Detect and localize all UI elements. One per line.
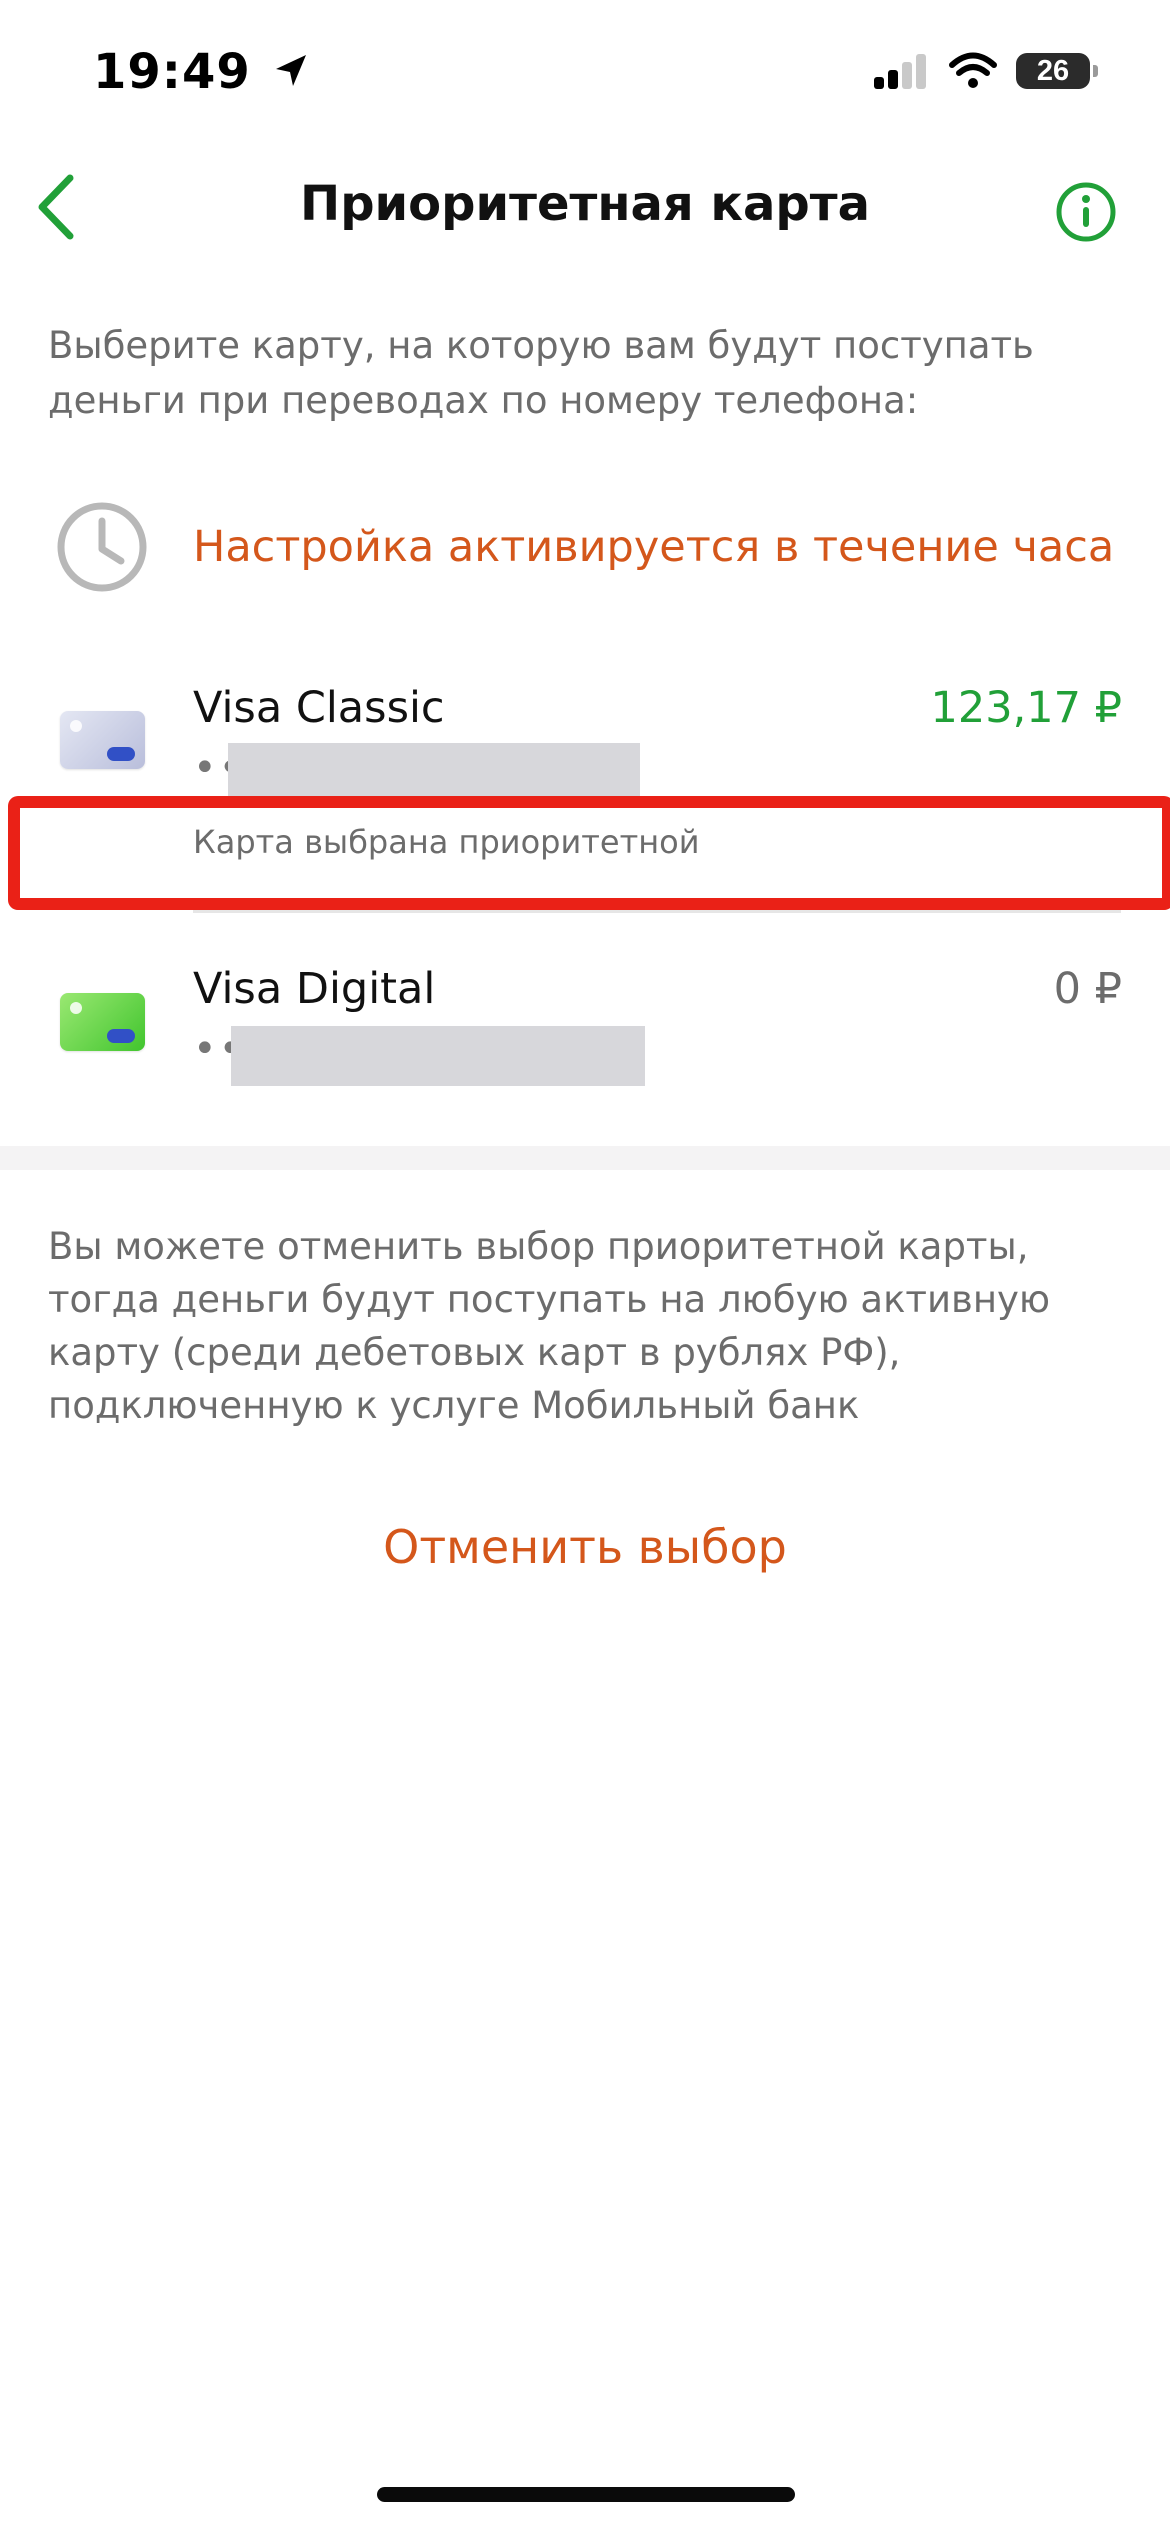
priority-status-label: Карта выбрана приоритетной: [193, 823, 700, 861]
card-icon-visa-classic: [60, 711, 145, 769]
intro-text: Выберите карту, на которую вам будут пос…: [48, 324, 1034, 422]
section-separator: [0, 1146, 1170, 1170]
status-time-text: 19:49: [93, 44, 251, 100]
card-balance: 0 ₽: [1053, 964, 1122, 1014]
cancel-selection-button[interactable]: Отменить выбор: [0, 1520, 1170, 1574]
redacted-card-number: [231, 1026, 645, 1086]
clock-icon: [55, 500, 149, 598]
location-arrow-icon: [275, 55, 306, 86]
divider: [193, 910, 1121, 913]
wifi-icon: [949, 52, 997, 88]
home-indicator: [377, 2487, 795, 2502]
status-time: 19:49: [93, 44, 311, 100]
battery-indicator: 26: [1016, 53, 1098, 89]
card-name[interactable]: Visa Digital: [193, 964, 435, 1014]
footer-note: Вы можете отменить выбор приоритетной ка…: [48, 1225, 1051, 1427]
cellular-signal-icon: [874, 54, 926, 89]
battery-level: 26: [1036, 54, 1070, 87]
info-icon: [1056, 182, 1116, 242]
pending-notice: Настройка активируется в течение часа: [193, 522, 1115, 572]
redacted-card-number: [228, 743, 640, 797]
card-name[interactable]: Visa Classic: [193, 683, 445, 733]
card-icon-visa-digital: [60, 993, 145, 1051]
page-title: Приоритетная карта: [300, 176, 870, 232]
info-button[interactable]: [1046, 172, 1126, 252]
card-balance: 123,17 ₽: [930, 683, 1122, 733]
status-icons: 26: [872, 52, 1098, 90]
